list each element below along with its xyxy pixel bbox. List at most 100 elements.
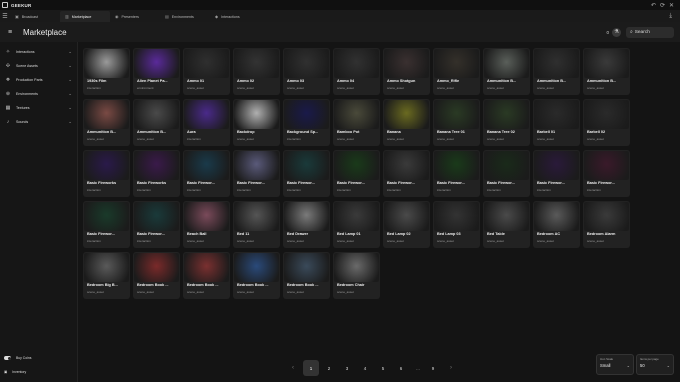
undo-icon[interactable]: ↶ [651,2,656,9]
asset-card[interactable]: Basic Firewor... interaction [533,150,580,197]
interactions-icon: ◆ [215,14,219,19]
sidebar-toggle-icon[interactable]: ≡ [8,29,17,36]
asset-card[interactable]: Ammo 01 scene_asset [183,48,230,95]
asset-card[interactable]: Basic Firewor... interaction [83,201,130,248]
asset-name: Basic Firewor... [87,232,115,236]
inventory-item[interactable]: ▣ Inventory [0,367,78,377]
search-input[interactable]: ⌕ Search [626,26,674,38]
sidebar-item-production-parts[interactable]: ❖ Production Parts ⌄ [0,74,78,86]
asset-card[interactable]: Bedroom Book ... scene_asset [133,252,180,299]
asset-card[interactable]: Barbell 01 scene_asset [533,99,580,146]
asset-card[interactable]: Basic Firewor... interaction [183,150,230,197]
page-button[interactable]: 3 [339,360,355,376]
asset-card[interactable]: Basic Firewor... interaction [433,150,480,197]
asset-card[interactable]: Banana Tree 01 scene_asset [433,99,480,146]
asset-card[interactable]: Bedroom Chair scene_asset [333,252,380,299]
asset-card[interactable]: Aura interaction [183,99,230,146]
asset-card[interactable]: Alien Planet Pa... environment [133,48,180,95]
asset-card[interactable]: Basic Firewor... interaction [133,201,180,248]
asset-card[interactable]: Ammunition B... scene_asset [83,99,130,146]
asset-card[interactable]: Bed Lamp 02 scene_asset [383,201,430,248]
asset-card[interactable]: Banana Tree 02 scene_asset [483,99,530,146]
asset-card[interactable]: Basic Firewor... interaction [233,150,280,197]
asset-card[interactable]: Bedroom Alarm scene_asset [583,201,630,248]
buy-coins-item[interactable]: Buy Coins [0,353,78,363]
chevron-down-icon: ⌄ [68,77,72,82]
prev-page-icon[interactable]: ‹ [285,360,301,376]
page-button[interactable]: 2 [321,360,337,376]
sidebar-item-textures[interactable]: ▦ Textures ⌄ [0,102,78,114]
page-button[interactable]: 9 [425,360,441,376]
asset-card[interactable]: Ammunition B... scene_asset [483,48,530,95]
asset-card[interactable]: Bedroom AC scene_asset [533,201,580,248]
asset-card[interactable]: 1930s Film interaction [83,48,130,95]
asset-category: interaction [87,187,101,192]
tab-marketplace[interactable]: ▥ Marketplace [60,11,110,22]
asset-category: scene_asset [137,136,154,141]
asset-card[interactable]: Ammo 03 scene_asset [283,48,330,95]
asset-name: Basic Firewor... [537,181,565,185]
next-page-icon[interactable]: › [443,360,459,376]
tab-label: Interactions [221,14,240,19]
tab-environments[interactable]: ▤ Environments [160,11,210,22]
asset-name: Bed Drawer [287,232,309,236]
asset-card[interactable]: Background Sp... interaction [283,99,330,146]
sidebar-item-label: Interactions [16,50,35,54]
asset-card[interactable]: Barbell 02 scene_asset [583,99,630,146]
tab-interactions[interactable]: ◆ Interactions [210,11,260,22]
asset-name: Bedroom Chair [337,283,365,287]
asset-category: scene_asset [487,238,504,243]
asset-card[interactable]: Basic Firewor... interaction [283,150,330,197]
filter-icon[interactable]: ⚗ [612,27,621,37]
asset-card[interactable]: Bedroom Book ... scene_asset [283,252,330,299]
tab-presenters[interactable]: ◉ Presenters [110,11,160,22]
asset-card[interactable]: Bedroom Book ... scene_asset [183,252,230,299]
download-icon[interactable]: ⤓ [669,13,672,20]
sidebar-item-scene-assets[interactable]: ✣ Scene Assets ⌄ [0,60,78,72]
page-button[interactable]: 5 [375,360,391,376]
items-per-page-select[interactable]: Items per page 50 ⌄ [636,354,674,375]
sidebar-item-environments[interactable]: ⊕ Environments ⌄ [0,88,78,100]
asset-card[interactable]: Bed Table scene_asset [483,201,530,248]
asset-card[interactable]: Bed Lamp 01 scene_asset [333,201,380,248]
page-button[interactable]: 1 [303,360,319,376]
asset-card[interactable]: Bamboo Pot scene_asset [333,99,380,146]
asset-card[interactable]: Ammo 02 scene_asset [233,48,280,95]
asset-card[interactable]: Backdrop scene_asset [233,99,280,146]
asset-card[interactable]: Ammunition B... scene_asset [133,99,180,146]
sidebar-item-interactions[interactable]: ✧ Interactions ⌄ [0,46,78,58]
asset-name: Bedroom Book ... [137,283,169,287]
page-button[interactable]: 6 [393,360,409,376]
sidebar-item-sounds[interactable]: ♪ Sounds ⌄ [0,116,78,128]
asset-card[interactable]: Basic Firewor... interaction [333,150,380,197]
sidebar: ✧ Interactions ⌄ ✣ Scene Assets ⌄ ❖ Productio… [0,42,78,382]
icon-scale-select[interactable]: Icon Scale Small ⌄ [596,354,634,375]
asset-card[interactable]: Ammo 04 scene_asset [333,48,380,95]
asset-category: scene_asset [437,136,454,141]
asset-thumbnail [134,253,179,282]
asset-card[interactable]: Basic Firewor... interaction [383,150,430,197]
asset-card[interactable]: Basic Firewor... interaction [483,150,530,197]
asset-card[interactable]: Basic Fireworks interaction [83,150,130,197]
asset-card[interactable]: Beach Ball scene_asset [183,201,230,248]
asset-card[interactable]: Bed Drawer scene_asset [283,201,330,248]
asset-card[interactable]: Ammunition B... scene_asset [533,48,580,95]
asset-thumbnail [84,202,129,231]
asset-card[interactable]: Bed 11 scene_asset [233,201,280,248]
asset-card[interactable]: Ammunition B... scene_asset [583,48,630,95]
asset-card[interactable]: Bedroom Big B... scene_asset [83,252,130,299]
asset-card[interactable]: Banana scene_asset [383,99,430,146]
tab-broadcast[interactable]: ▣ Broadcast [10,11,60,22]
asset-card[interactable]: Basic Fireworks interaction [133,150,180,197]
asset-thumbnail [284,253,329,282]
app-menu-icon[interactable]: ☰ [0,10,10,22]
close-icon[interactable]: ✕ [669,2,674,9]
textures-icon: ▦ [5,105,11,111]
asset-card[interactable]: Ammo_Rifle scene_asset [433,48,480,95]
asset-card[interactable]: Ammo Shotgun scene_asset [383,48,430,95]
asset-card[interactable]: Basic Firewor... interaction [583,150,630,197]
asset-card[interactable]: Bed Lamp 03 scene_asset [433,201,480,248]
asset-card[interactable]: Bedroom Book ... scene_asset [233,252,280,299]
refresh-icon[interactable]: ⟳ [660,2,665,9]
page-button[interactable]: 4 [357,360,373,376]
